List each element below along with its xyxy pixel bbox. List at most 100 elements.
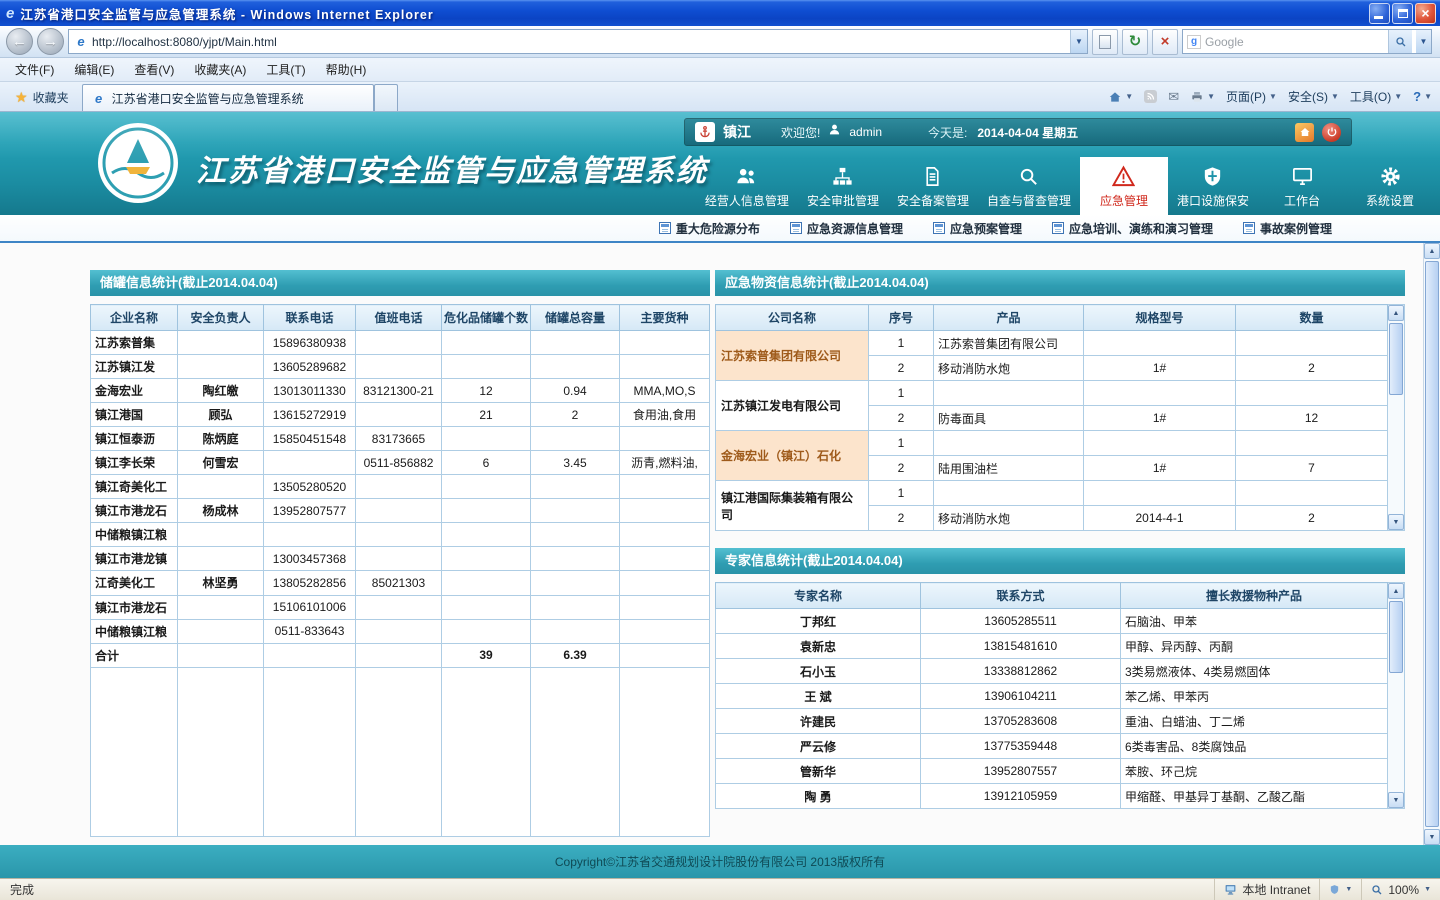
menu-view[interactable]: 查看(V) <box>125 58 183 81</box>
nav-item-workbench[interactable]: 工作台 <box>1258 157 1346 215</box>
main-nav: 经营人信息管理 安全审批管理 安全备案管理 自查与督查管理 应急管理 <box>696 157 1434 215</box>
cell: 39 <box>442 643 531 667</box>
column-header: 擅长救援物种产品 <box>1121 583 1388 609</box>
search-input[interactable]: Google <box>1205 35 1384 49</box>
subnav-item-emergency-plans[interactable]: 应急预案管理 <box>933 220 1022 237</box>
cell <box>442 571 531 595</box>
forward-button[interactable]: → <box>37 28 64 55</box>
nav-item-operators[interactable]: 经营人信息管理 <box>696 157 798 215</box>
menu-favorites[interactable]: 收藏夹(A) <box>185 58 255 81</box>
subnav-item-accident-cases[interactable]: 事故案例管理 <box>1243 220 1332 237</box>
scroll-up-icon[interactable]: ▲ <box>1424 243 1440 259</box>
menu-file[interactable]: 文件(F) <box>6 58 63 81</box>
nav-item-safety-approval[interactable]: 安全审批管理 <box>798 157 888 215</box>
refresh-button[interactable]: ↻ <box>1122 29 1148 55</box>
nav-item-emergency[interactable]: 应急管理 <box>1080 157 1168 215</box>
scroll-thumb[interactable] <box>1389 601 1403 673</box>
scroll-down-icon[interactable]: ▼ <box>1424 829 1440 845</box>
nav-item-port-security[interactable]: 港口设施保安 <box>1168 157 1258 215</box>
address-dropdown-icon[interactable]: ▼ <box>1070 30 1087 53</box>
subnav-item-emergency-resources[interactable]: 应急资源信息管理 <box>790 220 903 237</box>
cell: 镇江市港龙石 <box>91 595 178 619</box>
compatibility-view-button[interactable] <box>1092 29 1118 55</box>
cell: 中储粮镇江粮 <box>91 619 178 643</box>
minimize-button[interactable] <box>1369 3 1390 24</box>
cell: 苯胺、环己烷 <box>1121 759 1388 784</box>
tank-row: 江苏镇江发13605289682 <box>91 355 710 379</box>
print-dropdown-icon[interactable]: ▼ <box>1207 92 1215 101</box>
nav-item-system-settings[interactable]: 系统设置 <box>1346 157 1434 215</box>
cell <box>531 619 620 643</box>
zoom-dropdown-icon[interactable]: ▼ <box>1424 886 1431 893</box>
cell: 1 <box>869 381 934 406</box>
protection-segment[interactable]: ▼ <box>1319 879 1361 900</box>
cell <box>178 667 264 836</box>
new-tab-stub[interactable] <box>374 84 398 111</box>
home-dropdown-icon[interactable]: ▼ <box>1125 92 1133 101</box>
address-field[interactable]: e http://localhost:8080/yjpt/Main.html ▼ <box>68 29 1088 54</box>
protection-dropdown-icon[interactable]: ▼ <box>1345 886 1352 893</box>
cell: 13505280520 <box>264 475 356 499</box>
print-button[interactable]: ▼ <box>1190 90 1215 104</box>
menu-tools[interactable]: 工具(T) <box>257 58 314 81</box>
restore-button[interactable] <box>1392 3 1413 24</box>
search-button[interactable] <box>1388 30 1412 53</box>
nav-item-safety-filing[interactable]: 安全备案管理 <box>888 157 978 215</box>
nav-item-self-inspection[interactable]: 自查与督查管理 <box>978 157 1080 215</box>
page-menu-label: 页面(P) <box>1226 88 1266 105</box>
favorites-button[interactable]: ★ 收藏夹 <box>6 85 78 109</box>
cell: 江奇美化工 <box>91 571 178 595</box>
feeds-button[interactable] <box>1144 90 1157 103</box>
menu-help[interactable]: 帮助(H) <box>317 58 376 81</box>
cell <box>1084 381 1236 406</box>
subnav-item-hazard-distribution[interactable]: 重大危险源分布 <box>659 220 760 237</box>
scroll-up-icon[interactable]: ▲ <box>1388 305 1404 321</box>
supplies-scrollbar[interactable]: ▲ ▼ <box>1388 304 1405 531</box>
cell: 2 <box>869 506 934 531</box>
cell: 中储粮镇江粮 <box>91 523 178 547</box>
read-mail-button[interactable]: ✉ <box>1168 89 1179 105</box>
cell: 15850451548 <box>264 427 356 451</box>
logout-icon[interactable] <box>1322 123 1341 142</box>
google-icon: g <box>1187 35 1201 49</box>
search-box[interactable]: g Google ▼ <box>1182 29 1432 54</box>
scroll-thumb[interactable] <box>1425 261 1439 827</box>
cell <box>356 667 442 836</box>
column-header: 储罐总容量 <box>531 305 620 331</box>
cell <box>178 547 264 571</box>
expert-row: 陶 勇13912105959甲缩醛、甲基异丁基酮、乙酸乙酯 <box>716 784 1388 809</box>
menu-edit[interactable]: 编辑(E) <box>65 58 123 81</box>
back-button[interactable]: ← <box>6 28 33 55</box>
page-menu-button[interactable]: 页面(P)▼ <box>1226 88 1277 105</box>
search-dropdown-icon[interactable]: ▼ <box>1416 30 1431 53</box>
page-scrollbar[interactable]: ▲ ▼ <box>1423 243 1440 845</box>
tools-menu-label: 工具(O) <box>1350 88 1391 105</box>
zoom-segment[interactable]: 100% ▼ <box>1361 879 1440 900</box>
supply-row: 金海宏业（镇江）石化1 <box>716 431 1388 456</box>
tools-menu-button[interactable]: 工具(O)▼ <box>1350 88 1402 105</box>
safety-menu-label: 安全(S) <box>1288 88 1328 105</box>
portal-home-icon[interactable] <box>1295 123 1314 142</box>
cell: 1 <box>869 331 934 356</box>
scroll-thumb[interactable] <box>1389 323 1403 395</box>
safety-menu-button[interactable]: 安全(S)▼ <box>1288 88 1339 105</box>
cell <box>356 547 442 571</box>
scroll-down-icon[interactable]: ▼ <box>1388 792 1404 808</box>
expert-row: 石小玉133388128623类易燃液体、4类易燃固体 <box>716 659 1388 684</box>
address-url[interactable]: http://localhost:8080/yjpt/Main.html <box>89 35 1070 49</box>
stop-button[interactable]: × <box>1152 29 1178 55</box>
home-button[interactable]: ▼ <box>1108 90 1133 104</box>
experts-scrollbar[interactable]: ▲ ▼ <box>1388 582 1405 809</box>
refresh-icon: ↻ <box>1129 34 1142 49</box>
cell: 15106101006 <box>264 595 356 619</box>
shield-icon <box>1201 165 1224 188</box>
close-button[interactable]: × <box>1415 3 1436 24</box>
browser-tab[interactable]: e 江苏省港口安全监管与应急管理系统 <box>82 84 374 111</box>
expert-row: 严云修137753594486类毒害品、8类腐蚀品 <box>716 734 1388 759</box>
subnav-item-training[interactable]: 应急培训、演练和演习管理 <box>1052 220 1213 237</box>
help-button[interactable]: ?▼ <box>1413 89 1432 104</box>
cell <box>531 355 620 379</box>
scroll-up-icon[interactable]: ▲ <box>1388 583 1404 599</box>
cell <box>1236 331 1388 356</box>
scroll-down-icon[interactable]: ▼ <box>1388 514 1404 530</box>
